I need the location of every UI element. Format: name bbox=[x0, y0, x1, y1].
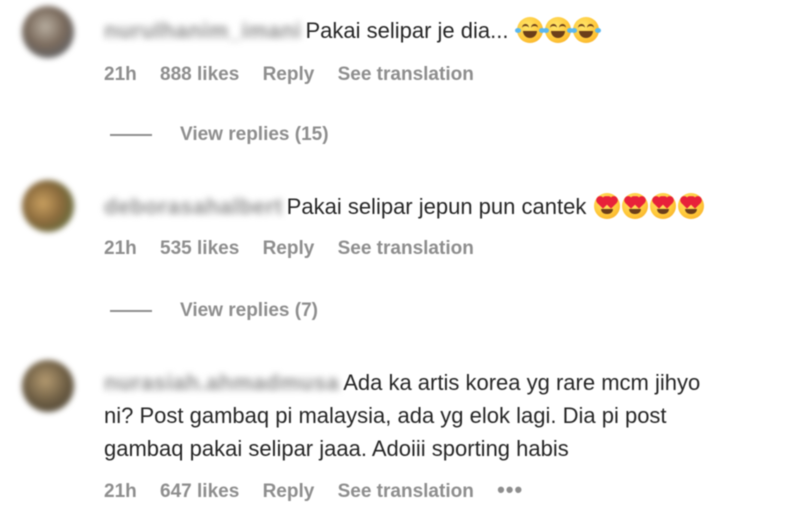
replies-divider-line bbox=[110, 133, 152, 136]
smiling-face-with-heart-eyes-icon bbox=[622, 193, 649, 219]
comment-text: Ada ka artis korea yg rare mcm jihyo bbox=[343, 370, 701, 395]
smiling-face-with-heart-eyes-icon bbox=[678, 193, 705, 219]
smiling-face-with-heart-eyes-icon bbox=[594, 193, 621, 219]
comment-username[interactable]: deborasahalbert bbox=[104, 190, 283, 224]
comment-text: ni? Post gambaq pi malaysia, ada yg elok… bbox=[104, 403, 667, 428]
comment-meta: 21h 888 likes Reply See translation bbox=[104, 64, 492, 86]
comment-text: gambaq pakai selipar jaaa. Adoiii sporti… bbox=[104, 436, 569, 461]
comment-likes[interactable]: 888 likes bbox=[160, 64, 239, 86]
laugh-emoji-group bbox=[508, 17, 601, 43]
reply-button[interactable]: Reply bbox=[263, 481, 315, 503]
comment-text: Pakai selipar jepun pun cantek bbox=[286, 194, 587, 219]
comment-text: Pakai selipar je dia... bbox=[305, 18, 509, 43]
comments-panel: nuruIhanim_imani Pakai selipar je dia... … bbox=[0, 0, 800, 514]
comment-text-line: nuruIhanim_imani Pakai selipar je dia... bbox=[104, 14, 601, 48]
see-translation-button[interactable]: See translation bbox=[338, 238, 474, 260]
comment-text-line: ni? Post gambaq pi malaysia, ada yg elok… bbox=[104, 399, 667, 433]
comment-time: 21h bbox=[104, 238, 137, 259]
avatar[interactable] bbox=[22, 6, 74, 58]
see-translation-button[interactable]: See translation bbox=[338, 64, 474, 86]
comment-text-line: gambaq pakai selipar jaaa. Adoiii sporti… bbox=[104, 432, 569, 466]
face-with-tears-of-joy-icon bbox=[514, 17, 545, 43]
avatar[interactable] bbox=[22, 180, 74, 232]
heart-eyes-emoji-group bbox=[592, 193, 705, 219]
view-replies-label: View replies (15) bbox=[180, 124, 329, 145]
comment-text-line: deborasahalbert Pakai selipar jepun pun c… bbox=[104, 190, 705, 224]
comment-username[interactable]: nurasiah.ahmadmusa bbox=[104, 366, 339, 400]
reply-button[interactable]: Reply bbox=[263, 64, 315, 86]
view-replies-label: View replies (7) bbox=[180, 300, 318, 321]
view-replies-button[interactable]: View replies (15) bbox=[110, 124, 329, 146]
comment-meta: 21h 535 likes Reply See translation bbox=[104, 238, 492, 260]
view-replies-button[interactable]: View replies (7) bbox=[110, 300, 318, 322]
comment-time: 21h bbox=[104, 64, 137, 85]
comment-time: 21h bbox=[104, 481, 137, 502]
face-with-tears-of-joy-icon bbox=[570, 17, 601, 43]
reply-button[interactable]: Reply bbox=[263, 238, 315, 260]
avatar[interactable] bbox=[22, 360, 74, 412]
more-options-icon[interactable]: ••• bbox=[497, 477, 523, 503]
comment-meta: 21h 647 likes Reply See translation ••• bbox=[104, 477, 541, 503]
comment-likes[interactable]: 535 likes bbox=[160, 238, 239, 260]
smiling-face-with-heart-eyes-icon bbox=[650, 193, 677, 219]
see-translation-button[interactable]: See translation bbox=[338, 481, 474, 503]
replies-divider-line bbox=[110, 309, 152, 312]
comment-text-line: nurasiah.ahmadmusa Ada ka artis korea yg … bbox=[104, 366, 700, 400]
comment-likes[interactable]: 647 likes bbox=[160, 481, 239, 503]
face-with-tears-of-joy-icon bbox=[542, 17, 573, 43]
comment-username[interactable]: nuruIhanim_imani bbox=[104, 14, 301, 48]
